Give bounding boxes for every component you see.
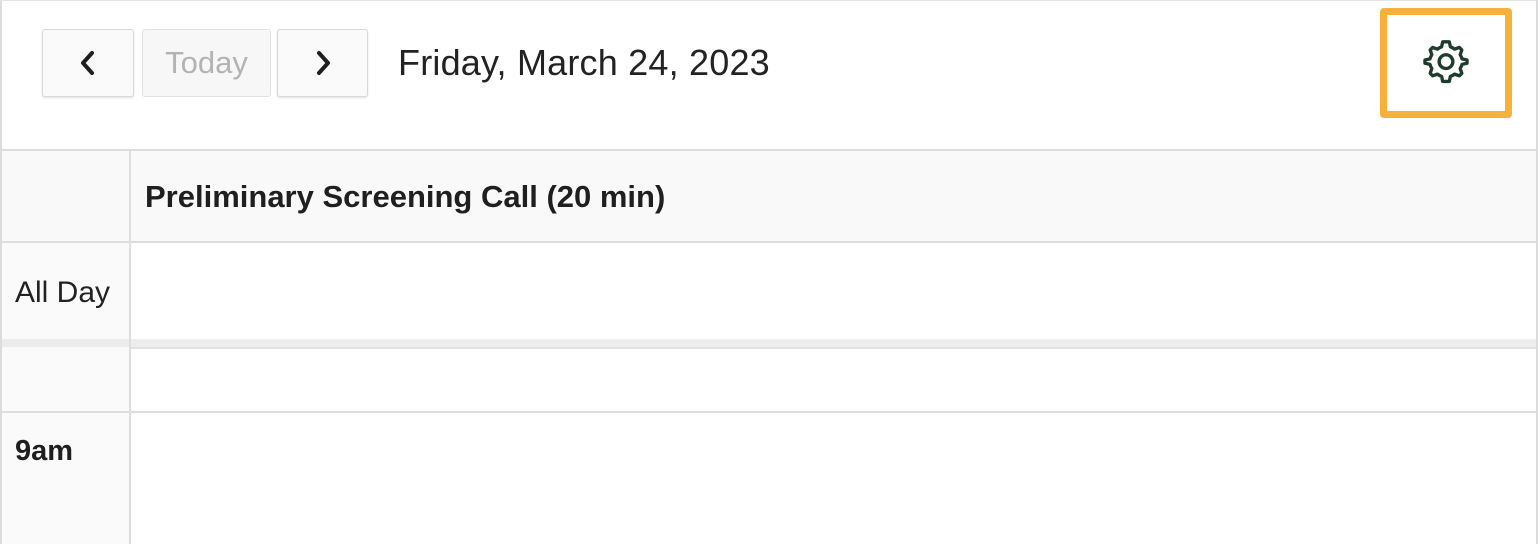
- previous-day-button[interactable]: [42, 29, 134, 97]
- resource-header-row: Preliminary Screening Call (20 min): [2, 151, 1536, 241]
- time-label-9am: 9am: [15, 435, 74, 467]
- chevron-left-icon: [77, 49, 99, 77]
- gear-icon: [1421, 36, 1471, 91]
- current-date-title: Friday, March 24, 2023: [398, 42, 770, 83]
- calendar-grid: Preliminary Screening Call (20 min) All …: [2, 149, 1536, 544]
- calendar-widget: Today Friday, March 24, 2023 Preliminary…: [0, 0, 1538, 544]
- next-day-button[interactable]: [277, 29, 368, 97]
- settings-button[interactable]: [1380, 8, 1512, 118]
- all-day-slot[interactable]: [131, 243, 1536, 339]
- resource-column-title: Preliminary Screening Call (20 min): [145, 179, 666, 214]
- column-divider: [129, 149, 131, 544]
- all-day-separator: [2, 339, 1536, 347]
- today-button[interactable]: Today: [142, 29, 271, 97]
- today-button-label: Today: [165, 45, 248, 80]
- all-day-label: All Day: [15, 276, 111, 309]
- time-slot[interactable]: [131, 349, 1536, 411]
- time-slot-9am[interactable]: [131, 413, 1536, 544]
- calendar-toolbar: Today Friday, March 24, 2023: [2, 1, 1536, 149]
- chevron-right-icon: [312, 49, 334, 77]
